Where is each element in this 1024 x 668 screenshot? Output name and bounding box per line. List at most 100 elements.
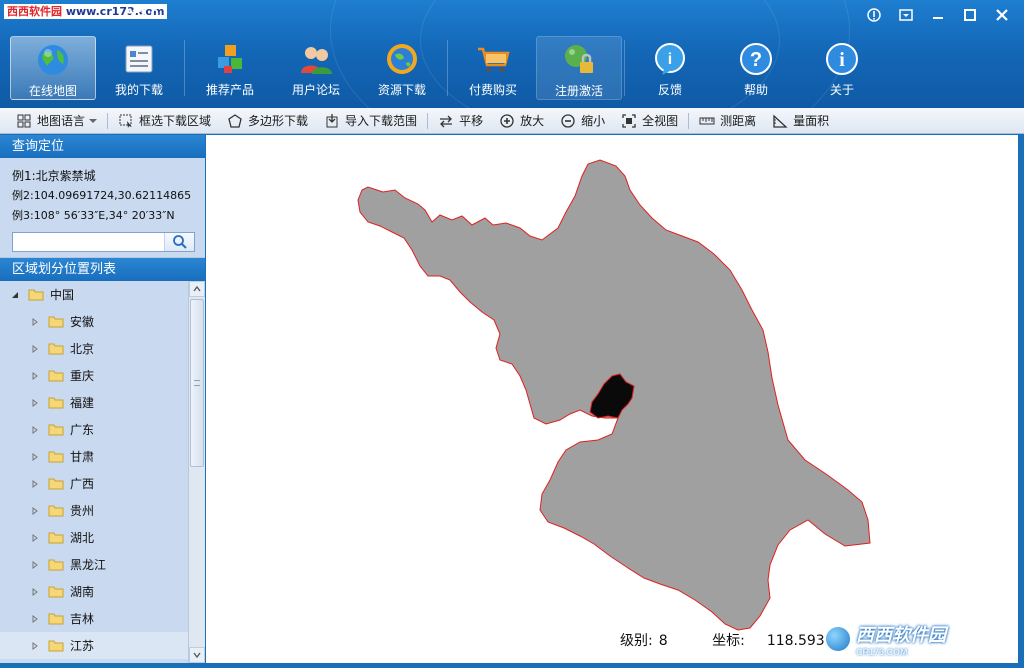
download-list-icon [120, 40, 158, 78]
map-canvas[interactable]: 级别: 8 坐标: 118.59387 西西软件园 CR173.COM [206, 135, 1018, 663]
tree-node-province[interactable]: 吉林 [0, 605, 188, 632]
zoom-out-button[interactable]: 缩小 [552, 110, 613, 132]
title-bar: 西西软件园 www.cr173.com X2.0 [0, 0, 1024, 30]
tree-label: 中国 [50, 288, 75, 302]
tree-node-province[interactable]: 北京 [0, 335, 188, 362]
purchase-label: 付费购买 [468, 83, 517, 97]
search-box [12, 232, 195, 252]
import-range-label: 导入下载范围 [345, 114, 418, 128]
register-activate-button[interactable]: 注册激活 [536, 36, 622, 100]
expand-triangle-icon[interactable] [30, 533, 40, 543]
logo-circle-icon [824, 625, 852, 653]
scroll-thumb[interactable] [190, 299, 204, 467]
maximize-button[interactable] [954, 3, 986, 27]
tree-label: 广东 [70, 423, 95, 437]
expand-triangle-icon[interactable] [30, 506, 40, 516]
grid-icon [17, 114, 31, 127]
tree-node-province[interactable]: 安徽 [0, 308, 188, 335]
expand-triangle-icon[interactable] [30, 398, 40, 408]
folder-icon [48, 316, 64, 328]
resource-download-button[interactable]: 资源下载 [359, 36, 445, 100]
polygon-download-button[interactable]: 多边形下载 [219, 110, 316, 132]
toolbar-separator [447, 40, 448, 96]
user-forum-button[interactable]: 用户论坛 [273, 36, 359, 100]
resource-download-label: 资源下载 [377, 83, 426, 97]
import-icon [326, 113, 338, 127]
expand-triangle-icon[interactable] [30, 371, 40, 381]
minimize-button[interactable] [922, 3, 954, 27]
box-select-icon [119, 114, 133, 128]
import-download-range-button[interactable]: 导入下载范围 [316, 110, 425, 132]
folder-icon [48, 613, 64, 625]
logo-url: CR173.COM [856, 647, 908, 657]
region-tree-container: 中国 安徽北京重庆 福建广东甘肃广西贵州湖北 黑龙江湖南吉林 江苏 [0, 281, 205, 663]
zoom-in-label: 放大 [520, 114, 545, 128]
tree-node-china[interactable]: 中国 [0, 281, 188, 308]
users-icon [297, 40, 335, 78]
search-input[interactable] [13, 233, 163, 251]
map-language-dropdown[interactable]: 地图语言 [8, 110, 105, 132]
subbar-separator [688, 112, 690, 129]
collapse-triangle-icon[interactable] [10, 290, 20, 300]
folder-icon [48, 343, 64, 355]
skin-button[interactable] [858, 3, 890, 27]
zoom-in-button[interactable]: 放大 [491, 110, 552, 132]
measure-distance-button[interactable]: 测距离 [691, 110, 764, 132]
tree-node-province[interactable]: 福建 [0, 389, 188, 416]
folder-icon [48, 478, 64, 490]
expand-triangle-icon[interactable] [30, 452, 40, 462]
province-map[interactable] [206, 135, 1018, 663]
expand-triangle-icon[interactable] [30, 560, 40, 570]
tree-node-province[interactable]: 广西 [0, 470, 188, 497]
tree-node-province[interactable]: 甘肃 [0, 443, 188, 470]
tree-node-province[interactable]: 江苏 [0, 632, 188, 659]
minimize-icon [933, 17, 943, 19]
my-downloads-button[interactable]: 我的下载 [96, 36, 182, 100]
online-map-button[interactable]: 在线地图 [10, 36, 96, 100]
folder-icon [48, 370, 64, 382]
pan-button[interactable]: 平移 [430, 110, 491, 132]
expand-triangle-icon[interactable] [30, 425, 40, 435]
expand-triangle-icon[interactable] [30, 317, 40, 327]
tree-node-province[interactable]: 黑龙江 [0, 551, 188, 578]
help-label: 帮助 [743, 83, 768, 97]
purchase-button[interactable]: 付费购买 [450, 36, 536, 100]
measure-area-button[interactable]: 量面积 [764, 110, 837, 132]
map-toolbar: 地图语言 框选下载区域 多边形下载 导入下载范围 平移 放大 缩小 全视图 测距… [0, 108, 1024, 134]
help-button[interactable]: ? 帮助 [713, 36, 799, 100]
tree-node-province[interactable]: 重庆 [0, 362, 188, 389]
close-button[interactable] [986, 3, 1018, 27]
zoom-in-icon [500, 113, 514, 128]
tree-node-province[interactable]: 湖南 [0, 578, 188, 605]
full-view-button[interactable]: 全视图 [613, 110, 686, 132]
scroll-up-button[interactable] [189, 281, 205, 297]
level-value: 8 [658, 633, 668, 649]
expand-triangle-icon[interactable] [30, 641, 40, 651]
app-title: X2.0 [128, 6, 159, 23]
tree-scrollbar[interactable] [188, 281, 205, 663]
tree-label: 广西 [70, 477, 95, 491]
select-download-area-button[interactable]: 框选下载区域 [110, 110, 219, 132]
tree-label: 北京 [70, 342, 95, 356]
ruler-icon [699, 117, 715, 124]
tree-label: 湖南 [70, 585, 95, 599]
expand-triangle-icon[interactable] [30, 614, 40, 624]
svg-text:i: i [668, 51, 672, 68]
tree-node-province[interactable]: 广东 [0, 416, 188, 443]
tree-label: 贵州 [70, 504, 95, 518]
expand-triangle-icon[interactable] [30, 344, 40, 354]
recommended-products-button[interactable]: 推荐产品 [187, 36, 273, 100]
example-1: 例1:北京紫禁城 [12, 169, 96, 183]
scroll-down-button[interactable] [189, 647, 205, 663]
tree-node-province[interactable]: 湖北 [0, 524, 188, 551]
about-button[interactable]: i 关于 [799, 36, 885, 100]
tree-node-province[interactable]: 贵州 [0, 497, 188, 524]
feedback-button[interactable]: i 反馈 [627, 36, 713, 100]
tree-label: 甘肃 [70, 450, 95, 464]
search-button[interactable] [164, 233, 194, 251]
expand-triangle-icon[interactable] [30, 587, 40, 597]
folder-icon [48, 424, 64, 436]
expand-triangle-icon[interactable] [30, 479, 40, 489]
menu-button[interactable] [890, 3, 922, 27]
window-controls [858, 3, 1018, 27]
